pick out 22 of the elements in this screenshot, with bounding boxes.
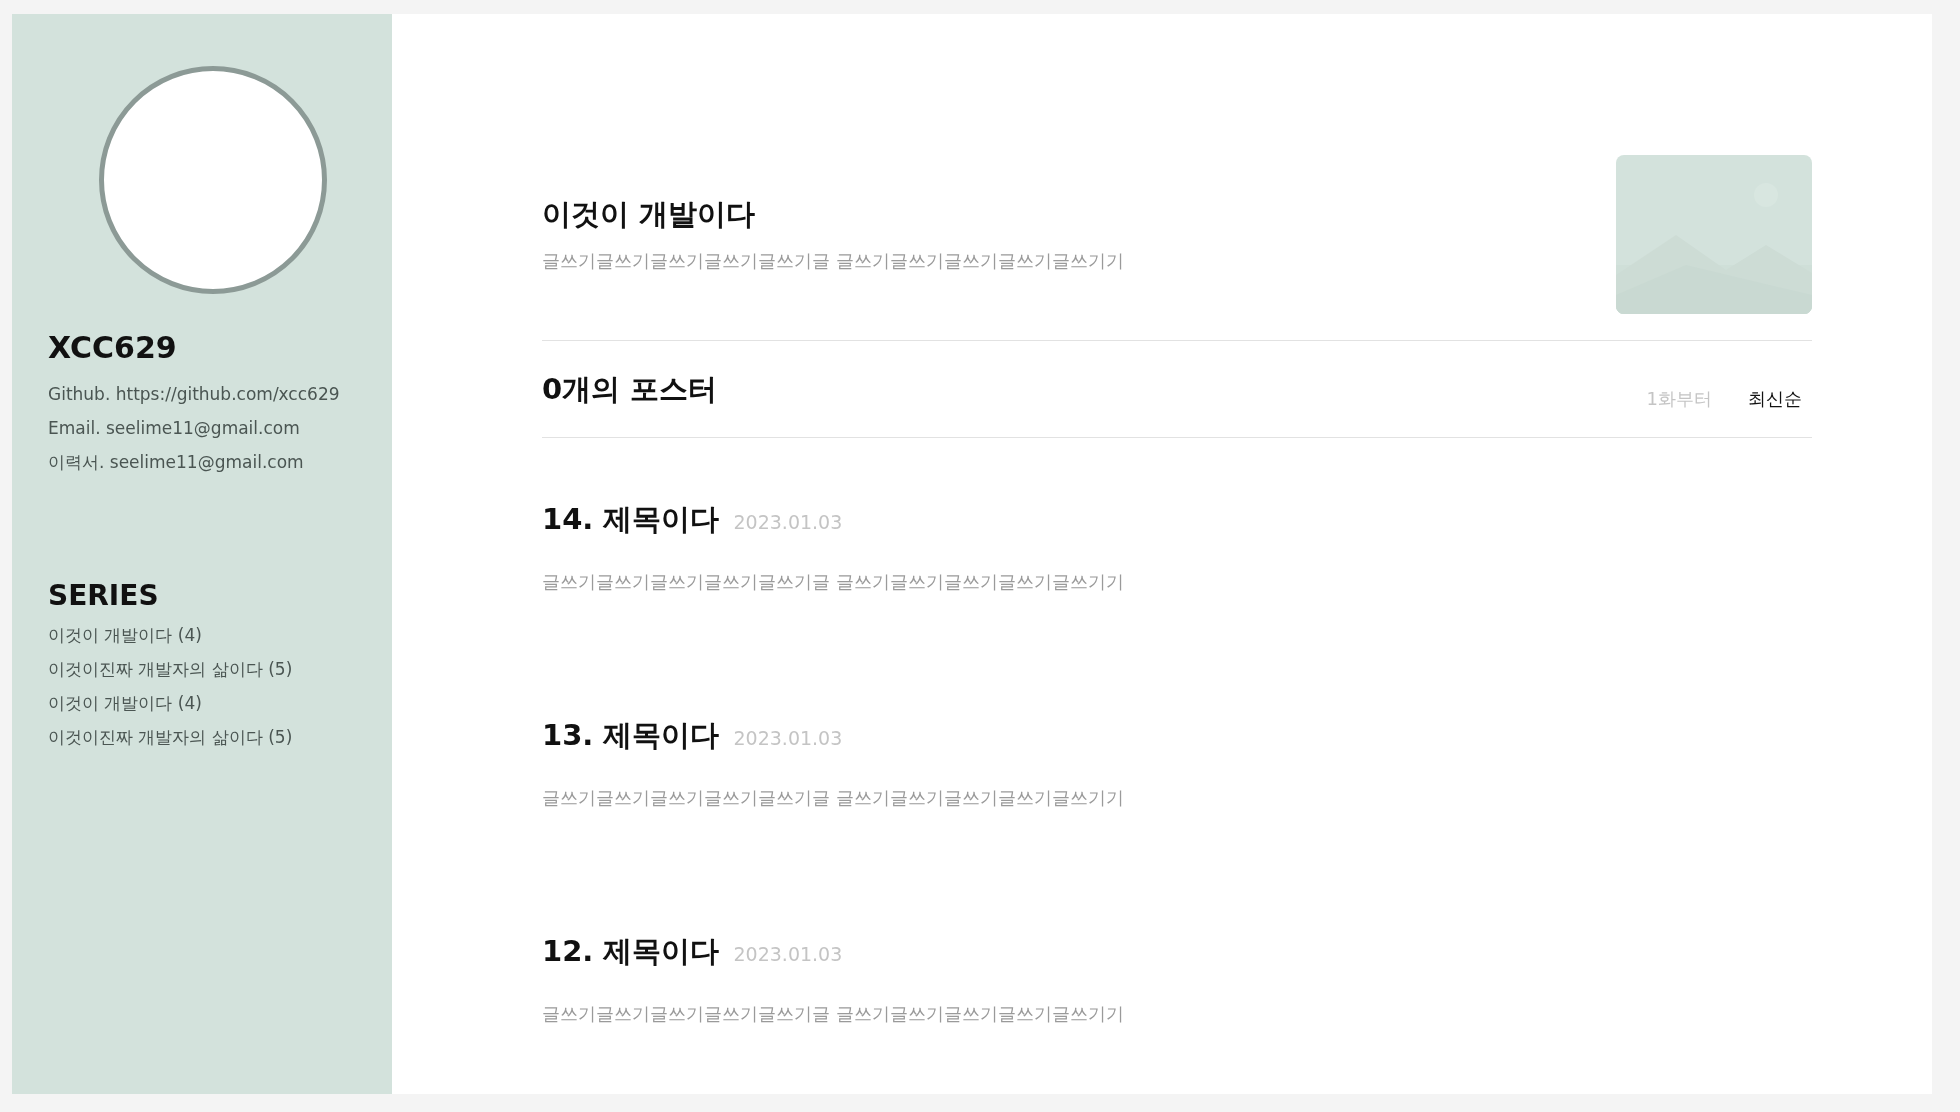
series-link[interactable]: 이것이진짜 개발자의 삶이다 (5) [48,720,372,754]
series-link[interactable]: 이것이진짜 개발자의 삶이다 (5) [48,652,372,686]
series-title: 이것이 개발이다 [542,196,757,233]
profile-link[interactable]: Email. seelime11@gmail.com [48,411,372,445]
series-link[interactable]: 이것이 개발이다 (4) [48,618,372,652]
post-date: 2023.01.03 [733,943,843,965]
series-heading: SERIES [48,579,160,612]
post-title[interactable]: 14. 제목이다 [542,500,720,540]
series-description: 글쓰기글쓰기글쓰기글쓰기글쓰기글 글쓰기글쓰기글쓰기글쓰기글쓰기기 [542,249,1124,273]
profile-link[interactable]: 이력서. seelime11@gmail.com [48,445,372,479]
post-excerpt: 글쓰기글쓰기글쓰기글쓰기글쓰기글 글쓰기글쓰기글쓰기글쓰기글쓰기기 [542,570,1125,594]
profile-link[interactable]: Github. https://github.com/xcc629 [48,377,372,411]
post-title[interactable]: 12. 제목이다 [542,932,720,972]
post-excerpt: 글쓰기글쓰기글쓰기글쓰기글쓰기글 글쓰기글쓰기글쓰기글쓰기글쓰기기 [542,1002,1125,1026]
post-excerpt: 글쓰기글쓰기글쓰기글쓰기글쓰기글 글쓰기글쓰기글쓰기글쓰기글쓰기기 [542,786,1125,810]
profile-name: XCC629 [48,330,178,365]
series-link[interactable]: 이것이 개발이다 (4) [48,686,372,720]
post-count: 0개의 포스터 [542,371,718,408]
post-title[interactable]: 13. 제목이다 [542,716,720,756]
post-date: 2023.01.03 [733,727,843,749]
post-date: 2023.01.03 [733,511,843,533]
sort-option[interactable]: 최신순 [1748,387,1802,411]
